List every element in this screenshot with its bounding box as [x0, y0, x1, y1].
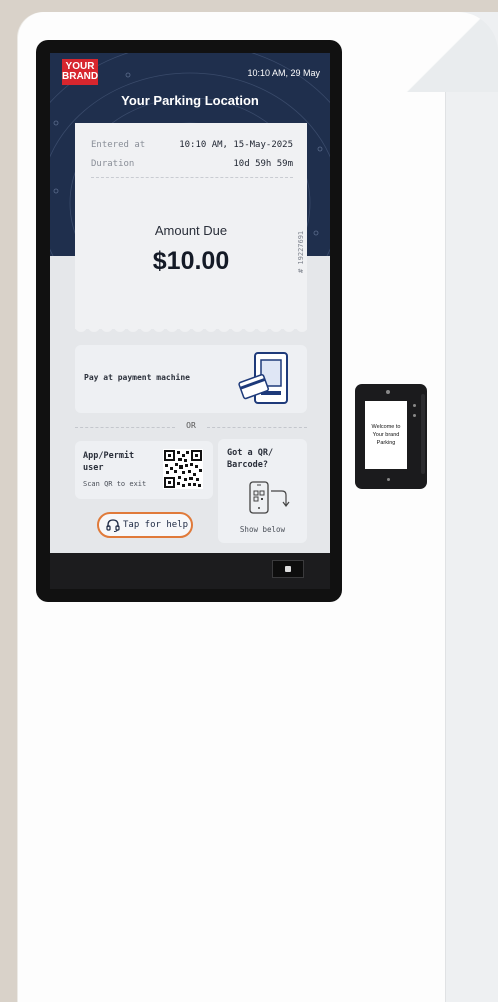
payment-machine-icon	[238, 352, 288, 404]
payment-terminal[interactable]: Welcome to Your brand Parking	[355, 384, 427, 489]
app-permit-subtitle: Scan QR to exit	[83, 480, 147, 488]
parking-ticket: Entered at 10:10 AM, 15-May-2025 Duratio…	[75, 123, 307, 329]
brand-logo: YOUR BRAND	[62, 59, 98, 85]
or-text: OR	[186, 421, 196, 430]
entered-label: Entered at	[91, 140, 146, 150]
terminal-line1: Welcome to	[371, 424, 401, 430]
scanner-window	[272, 560, 304, 578]
brand-logo-line2: BRAND	[62, 71, 99, 82]
ticket-row-entered: Entered at 10:10 AM, 15-May-2025	[91, 140, 293, 154]
amount-due-label: Amount Due	[154, 223, 228, 238]
tap-for-help-label: Tap for help	[123, 520, 189, 530]
pay-at-machine-card[interactable]: Pay at payment machine	[75, 345, 307, 413]
terminal-welcome-text: Welcome to Your brand Parking	[365, 423, 407, 447]
ticket-scalloped-edge	[75, 321, 307, 332]
terminal-sensor-icon	[413, 404, 416, 407]
terminal-sensor-icon	[413, 414, 416, 417]
headset-icon	[106, 519, 120, 532]
terminal-screen: Welcome to Your brand Parking	[365, 401, 407, 469]
show-below-label: Show below	[239, 525, 286, 534]
terminal-led-icon	[387, 478, 390, 481]
amount-due-value: $10.00	[152, 247, 230, 275]
kiosk-screen: YOUR BRAND 10:10 AM, 29 May Your Parking…	[50, 53, 330, 553]
ticket-row-duration: Duration 10d 59h 59m	[91, 159, 293, 173]
or-divider: OR	[75, 421, 307, 433]
got-qr-barcode-title: Got a QR/ Barcode?	[227, 448, 274, 470]
qr-code-icon	[163, 449, 203, 489]
ticket-id: # 19227691	[297, 230, 305, 273]
card-slot	[421, 394, 425, 474]
got-qr-barcode-card[interactable]: Got a QR/ Barcode? Show below	[218, 439, 307, 543]
kiosk-side-panel	[445, 12, 498, 1002]
datetime: 10:10 AM, 29 May	[247, 68, 320, 78]
page-title: Your Parking Location	[121, 93, 259, 108]
ticket-divider	[91, 177, 293, 178]
phone-qr-icon	[249, 481, 290, 514]
screen-bottom-bar	[50, 553, 330, 589]
entered-value: 10:10 AM, 15-May-2025	[179, 140, 293, 150]
scanner-light-icon	[285, 566, 291, 572]
duration-label: Duration	[91, 159, 135, 169]
tap-for-help-button[interactable]: Tap for help	[97, 512, 193, 538]
terminal-camera-icon	[386, 390, 390, 394]
terminal-line2: Your brand	[372, 432, 400, 438]
pay-at-machine-label: Pay at payment machine	[84, 373, 190, 382]
app-permit-card[interactable]: App/Permit user Scan QR to exit	[75, 441, 213, 499]
app-permit-title: App/Permit user	[83, 451, 135, 473]
terminal-line3: Parking	[376, 440, 396, 446]
duration-value: 10d 59h 59m	[233, 159, 293, 169]
kiosk-corner	[398, 12, 498, 92]
